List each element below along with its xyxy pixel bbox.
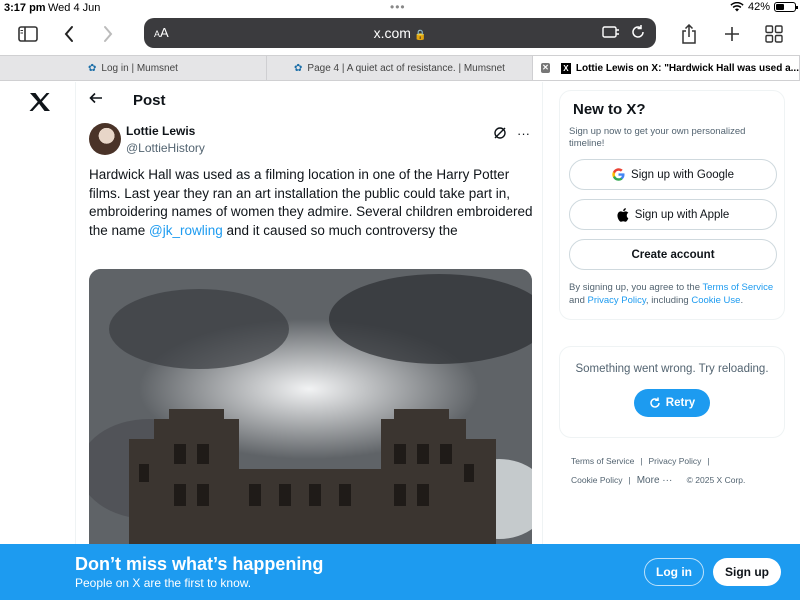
status-bar: 3:17 pm Wed 4 Jun ••• 42% <box>0 0 800 16</box>
address-bar[interactable]: AAAA x.com🔒 <box>144 18 656 48</box>
refresh-icon <box>650 397 660 408</box>
mumsnet-favicon-icon: ✿ <box>88 62 97 74</box>
google-signup-button[interactable]: Sign up with Google <box>569 159 777 190</box>
retry-button[interactable]: Retry <box>633 389 711 417</box>
battery-percent: 42% <box>747 1 770 13</box>
battery-fill <box>776 4 784 10</box>
back-icon[interactable] <box>55 20 83 48</box>
author-handle[interactable]: @LottieHistory <box>126 141 205 155</box>
terms-text: and <box>569 294 588 306</box>
google-signup-label: Sign up with Google <box>631 168 734 181</box>
lock-icon: 🔒 <box>413 30 427 41</box>
close-tab-icon[interactable]: ✕ <box>541 63 550 73</box>
tab-label: Page 4 | A quiet act of resistance. | Mu… <box>307 62 505 74</box>
error-message: Something went wrong. Try reloading. <box>575 363 769 375</box>
signup-terms: By signing up, you agree to the Terms of… <box>569 282 775 307</box>
url-text: x.com <box>373 25 411 41</box>
google-icon <box>612 168 625 181</box>
error-card: Something went wrong. Try reloading. Ret… <box>559 346 785 438</box>
footer-links: Terms of Service | Privacy Policy | Cookie … <box>559 452 785 490</box>
tweet-text: Hardwick Hall was used as a filming loca… <box>89 166 534 240</box>
mumsnet-favicon-icon: ✿ <box>294 62 303 74</box>
more-options-icon[interactable]: ··· <box>517 126 530 143</box>
retry-label: Retry <box>665 397 696 409</box>
signup-title: New to X? <box>573 101 646 118</box>
post-column: Post Lottie Lewis @LottieHistory ··· Har… <box>75 82 543 559</box>
footer-copyright: © 2025 X Corp. <box>686 475 746 485</box>
terms-link[interactable]: Terms of Service <box>702 282 773 293</box>
tab-mumsnet-login[interactable]: ✿ Log in | Mumsnet <box>0 56 267 80</box>
new-tab-icon[interactable] <box>718 20 746 48</box>
apple-icon <box>617 207 628 222</box>
apple-signup-button[interactable]: Sign up with Apple <box>569 199 777 230</box>
status-date: Wed 4 Jun <box>48 2 101 14</box>
post-header: Post <box>76 82 542 120</box>
address-bar-actions <box>602 24 646 40</box>
terms-text: , including <box>645 294 692 306</box>
banner-login-button[interactable]: Log in <box>644 558 704 586</box>
footer-separator: | <box>640 456 643 466</box>
signup-subtitle: Sign up now to get your own personalized… <box>569 126 746 149</box>
footer-more-link[interactable]: More ··· <box>637 475 673 486</box>
tab-mumsnet-thread[interactable]: ✿ Page 4 | A quiet act of resistance. | … <box>267 56 533 80</box>
cookie-link[interactable]: Cookie Use <box>691 295 740 306</box>
banner-signup-button[interactable]: Sign up <box>713 558 781 586</box>
post-actions: ··· <box>493 126 530 143</box>
mention-link[interactable]: @jk_rowling <box>149 223 223 238</box>
right-sidebar: New to X? Sign up now to get your own pe… <box>559 90 785 490</box>
footer-privacy-link[interactable]: Privacy Policy <box>649 456 702 466</box>
tab-overview-icon[interactable] <box>760 20 788 48</box>
footer-separator: | <box>628 475 631 485</box>
grok-icon[interactable] <box>493 126 507 143</box>
x-favicon-icon: X <box>560 62 571 74</box>
page-title: Post <box>133 92 166 109</box>
create-account-label: Create account <box>631 248 715 261</box>
post-photo[interactable] <box>89 269 532 559</box>
footer-separator <box>678 475 680 485</box>
signup-card: New to X? Sign up now to get your own pe… <box>559 90 785 320</box>
status-time: 3:17 pm <box>4 2 46 14</box>
url-display[interactable]: x.com 🔒 <box>144 25 656 41</box>
tab-bar: ✿ Log in | Mumsnet ✿ Page 4 | A quiet ac… <box>0 55 800 81</box>
banner-subline: People on X are the first to know. <box>75 576 252 590</box>
status-right: 42% <box>730 1 798 13</box>
post-author[interactable]: Lottie Lewis @LottieHistory <box>126 124 205 155</box>
tab-label: Log in | Mumsnet <box>101 62 178 74</box>
forward-icon[interactable] <box>94 20 122 48</box>
signup-banner: Don’t miss what’s happening People on X … <box>0 544 800 600</box>
avatar[interactable] <box>89 123 121 155</box>
battery-icon <box>774 2 798 12</box>
back-arrow-icon[interactable] <box>89 91 103 109</box>
privacy-link[interactable]: Privacy Policy <box>588 295 646 306</box>
tweet-text-part: and it caused so much controversy the <box>222 222 458 238</box>
share-icon[interactable] <box>675 20 703 48</box>
apple-signup-label: Sign up with Apple <box>634 208 730 221</box>
terms-text: . <box>740 294 744 306</box>
x-logo-icon[interactable] <box>29 92 51 118</box>
footer-cookie-link[interactable]: Cookie Policy <box>571 475 623 485</box>
create-account-button[interactable]: Create account <box>569 239 777 270</box>
terms-text: By signing up, you agree to the <box>569 282 703 293</box>
multitask-dots-icon[interactable]: ••• <box>390 0 406 14</box>
footer-terms-link[interactable]: Terms of Service <box>571 456 634 466</box>
sidebar-toggle-icon[interactable] <box>14 20 42 48</box>
tab-x-post[interactable]: ✕ X Lottie Lewis on X: "Hardwick Hall wa… <box>533 56 800 80</box>
banner-headline: Don’t miss what’s happening <box>75 554 324 574</box>
author-name[interactable]: Lottie Lewis <box>126 124 205 138</box>
wifi-icon <box>730 2 744 12</box>
tab-label: Lottie Lewis on X: "Hardwick Hall was us… <box>575 62 799 74</box>
reload-icon[interactable] <box>630 24 646 40</box>
browser-toolbar: AAAA x.com🔒 <box>0 16 800 54</box>
footer-separator: | <box>707 456 710 466</box>
reader-icon[interactable] <box>602 24 620 40</box>
